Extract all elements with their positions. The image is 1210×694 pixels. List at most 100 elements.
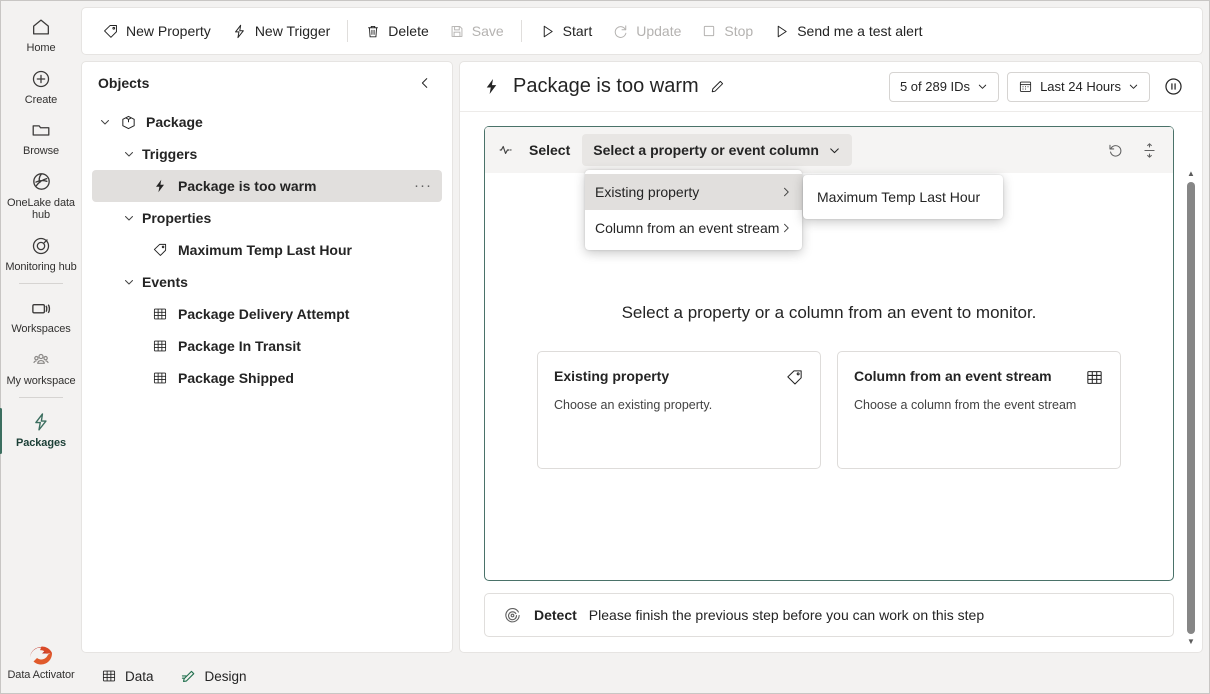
chevron-left-icon: [418, 76, 432, 90]
send-test-alert-button[interactable]: Send me a test alert: [763, 15, 932, 47]
tab-data[interactable]: Data: [91, 663, 164, 689]
target-icon: [503, 606, 522, 625]
new-property-button[interactable]: New Property: [92, 15, 221, 47]
chevron-down-icon[interactable]: [120, 273, 138, 291]
chevron-down-icon: [977, 81, 988, 92]
lightning-icon: [231, 23, 248, 40]
tree-node-package[interactable]: Package: [92, 106, 442, 138]
objects-panel-title: Objects: [98, 75, 150, 91]
page-title: Package is too warm: [513, 75, 699, 97]
table-icon: [150, 370, 170, 386]
sidebar-item-label: Browse: [22, 145, 60, 157]
workspace-body: Objects Package Triggers Package is too …: [81, 55, 1203, 659]
select-step-label: Select: [529, 142, 571, 158]
tab-design-label: Design: [204, 668, 247, 684]
chevron-down-icon[interactable]: [120, 145, 138, 163]
select-step-empty-title: Select a property or a column from an ev…: [621, 303, 1037, 322]
sidebar-item-my-workspace[interactable]: My workspace: [3, 342, 79, 392]
detect-step-message: Please finish the previous step before y…: [588, 607, 985, 623]
option-card-description: Choose a column from the event stream: [854, 398, 1077, 412]
pause-button[interactable]: [1158, 72, 1188, 102]
plus-circle-icon: [30, 67, 52, 91]
header-controls: 5 of 289 IDs Last 24 Hours: [888, 71, 1188, 102]
menu-item-column-from-event-stream[interactable]: Column from an event stream: [585, 210, 802, 246]
lightning-icon: [150, 178, 170, 194]
tab-design[interactable]: Design: [170, 663, 257, 689]
tree-node-label: Events: [142, 274, 188, 290]
property-select-dropdown[interactable]: Select a property or event column: [582, 134, 852, 166]
start-label: Start: [562, 23, 593, 39]
tag-icon: [150, 242, 170, 258]
signal-icon: [499, 142, 519, 158]
rename-trigger-button[interactable]: [709, 78, 726, 95]
rail-divider: [19, 397, 63, 398]
detect-step-label: Detect: [534, 607, 577, 623]
tree-node-maximum-temp-last-hour[interactable]: Maximum Temp Last Hour: [92, 234, 442, 266]
menu-item-label: Column from an event stream: [595, 220, 780, 236]
rail-bottom-section: Data Activator: [1, 636, 81, 688]
reset-step-button[interactable]: [1101, 136, 1129, 164]
tree-node-events[interactable]: Events: [92, 266, 442, 298]
chevron-down-icon: [1128, 81, 1139, 92]
product-badge-data-activator[interactable]: Data Activator: [3, 636, 79, 686]
main-vertical-scrollbar[interactable]: ▲ ▼: [1184, 168, 1198, 648]
sidebar-item-packages[interactable]: Packages: [0, 404, 79, 454]
package-icon: [118, 114, 138, 131]
table-icon: [150, 306, 170, 322]
table-icon: [1085, 368, 1104, 387]
detect-step-card[interactable]: Detect Please finish the previous step b…: [484, 593, 1174, 637]
sidebar-item-create[interactable]: Create: [3, 61, 79, 111]
tag-icon: [102, 23, 119, 40]
sidebar-item-monitoring-hub[interactable]: Monitoring hub: [3, 228, 79, 278]
product-badge-label: Data Activator: [7, 668, 75, 681]
tree-node-package-delivery-attempt[interactable]: Package Delivery Attempt: [92, 298, 442, 330]
collapse-panel-button[interactable]: [412, 70, 438, 96]
folder-icon: [30, 118, 52, 142]
delete-button[interactable]: Delete: [355, 15, 438, 47]
lightning-icon: [482, 77, 501, 96]
stop-button[interactable]: Stop: [691, 15, 763, 47]
workspaces-icon: [30, 296, 53, 320]
scrollbar-thumb[interactable]: [1187, 182, 1195, 634]
sidebar-item-label: Monitoring hub: [5, 260, 77, 273]
tree-node-more-button[interactable]: ···: [414, 178, 432, 193]
tree-node-package-shipped[interactable]: Package Shipped: [92, 362, 442, 394]
sidebar-item-onelake-data-hub[interactable]: OneLake data hub: [3, 164, 79, 226]
people-icon: [30, 348, 52, 372]
tree-node-triggers[interactable]: Triggers: [92, 138, 442, 170]
start-button[interactable]: Start: [529, 15, 603, 47]
menu-item-existing-property[interactable]: Existing property: [585, 174, 802, 210]
new-trigger-button[interactable]: New Trigger: [221, 15, 340, 47]
stop-label: Stop: [724, 23, 754, 39]
status-bar: Data Design: [81, 659, 1203, 693]
tree-node-properties[interactable]: Properties: [92, 202, 442, 234]
save-label: Save: [471, 23, 504, 39]
tree-node-label: Triggers: [142, 146, 198, 162]
save-button[interactable]: Save: [439, 15, 514, 47]
objects-panel: Objects Package Triggers Package is too …: [81, 61, 453, 653]
option-card-existing-property[interactable]: Existing property Choose an existing pro…: [537, 351, 821, 469]
delete-label: Delete: [388, 23, 429, 39]
id-filter-dropdown[interactable]: 5 of 289 IDs: [888, 71, 1000, 102]
scroll-up-arrow[interactable]: ▲: [1187, 168, 1195, 180]
sidebar-item-home[interactable]: Home: [3, 9, 79, 59]
pencil-icon: [709, 78, 726, 95]
time-range-dropdown[interactable]: Last 24 Hours: [1007, 71, 1150, 102]
option-card-header: Column from an event stream: [854, 368, 1104, 387]
chevron-down-icon[interactable]: [120, 209, 138, 227]
steps-scroll-area: Select Select a property or event column: [460, 112, 1202, 652]
scroll-down-arrow[interactable]: ▼: [1187, 636, 1195, 648]
chevron-down-icon[interactable]: [96, 113, 114, 131]
submenu-item-maximum-temp-last-hour[interactable]: Maximum Temp Last Hour: [803, 179, 1003, 215]
rail-divider: [19, 283, 63, 284]
split-step-button[interactable]: [1135, 136, 1163, 164]
tree-node-package-in-transit[interactable]: Package In Transit: [92, 330, 442, 362]
sidebar-item-browse[interactable]: Browse: [3, 112, 79, 162]
scrollbar-track[interactable]: [1184, 180, 1198, 636]
tree-node-package-is-too-warm[interactable]: Package is too warm ···: [92, 170, 442, 202]
update-button[interactable]: Update: [602, 15, 691, 47]
option-card-column-from-event-stream[interactable]: Column from an event stream Choose a col…: [837, 351, 1121, 469]
option-card-title: Column from an event stream: [854, 368, 1052, 384]
sidebar-item-label: OneLake data hub: [7, 196, 75, 222]
sidebar-item-workspaces[interactable]: Workspaces: [3, 290, 79, 340]
